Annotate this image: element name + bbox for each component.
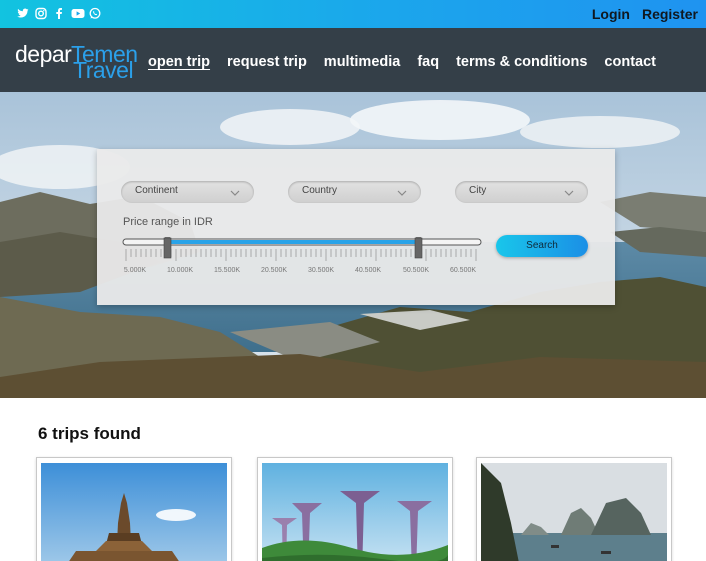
register-link[interactable]: Register (642, 6, 698, 22)
slider-min-handle[interactable] (163, 235, 172, 259)
logo[interactable]: depar Temen Travel (15, 40, 138, 83)
trip-image-bay (481, 463, 667, 561)
login-link[interactable]: Login (592, 6, 630, 22)
search-panel: Continent Country City Price range in ID… (97, 149, 615, 305)
whatsapp-icon[interactable] (89, 7, 101, 20)
chevron-down-icon (397, 185, 407, 196)
top-bar: Login Register (0, 0, 706, 28)
nav-item-open-trip[interactable]: open trip (148, 54, 210, 70)
facebook-icon[interactable] (53, 7, 65, 20)
country-select[interactable]: Country (288, 181, 421, 203)
trip-image-supertrees (262, 463, 448, 561)
nav-item-multimedia[interactable]: multimedia (324, 54, 401, 70)
price-tick-label: 10.000K (166, 267, 194, 274)
youtube-icon[interactable] (71, 7, 85, 20)
city-select[interactable]: City (455, 181, 588, 203)
country-select-label: Country (302, 185, 338, 196)
main-nav: open trip request trip multimedia faq te… (148, 54, 656, 70)
price-tick-label: 15.500K (213, 267, 241, 274)
slider-max-handle[interactable] (414, 235, 423, 259)
instagram-icon[interactable] (35, 7, 47, 20)
results-count-heading: 6 trips found (38, 424, 141, 443)
trip-card[interactable] (476, 457, 672, 561)
chevron-down-icon (564, 185, 574, 196)
trip-card[interactable] (36, 457, 232, 561)
logo-text-main: depar (15, 41, 72, 67)
price-range-label: Price range in IDR (123, 216, 213, 228)
price-tick-label: 50.500K (402, 267, 430, 274)
nav-item-contact[interactable]: contact (604, 54, 656, 70)
social-links (17, 7, 101, 20)
price-tick-label: 20.500K (260, 267, 288, 274)
continent-select-label: Continent (135, 185, 178, 196)
trip-image-temple (41, 463, 227, 561)
search-button[interactable]: Search (496, 235, 588, 257)
trip-card[interactable] (257, 457, 453, 561)
price-tick-label: 40.500K (354, 267, 382, 274)
nav-item-terms[interactable]: terms & conditions (456, 54, 587, 70)
price-tick-label: 30.500K (307, 267, 335, 274)
slider-selected-range (168, 240, 420, 244)
twitter-icon[interactable] (17, 7, 29, 20)
city-select-label: City (469, 185, 487, 196)
chevron-down-icon (230, 185, 240, 196)
price-tick-label: 60.500K (449, 267, 477, 274)
navbar: depar Temen Travel open trip request tri… (0, 28, 706, 92)
auth-links: Login Register (592, 6, 698, 22)
nav-item-request-trip[interactable]: request trip (227, 54, 307, 70)
price-tick-label: 5.000K (123, 267, 147, 274)
logo-text-sub: Travel (73, 57, 134, 83)
continent-select[interactable]: Continent (121, 181, 254, 203)
nav-item-faq[interactable]: faq (417, 54, 439, 70)
